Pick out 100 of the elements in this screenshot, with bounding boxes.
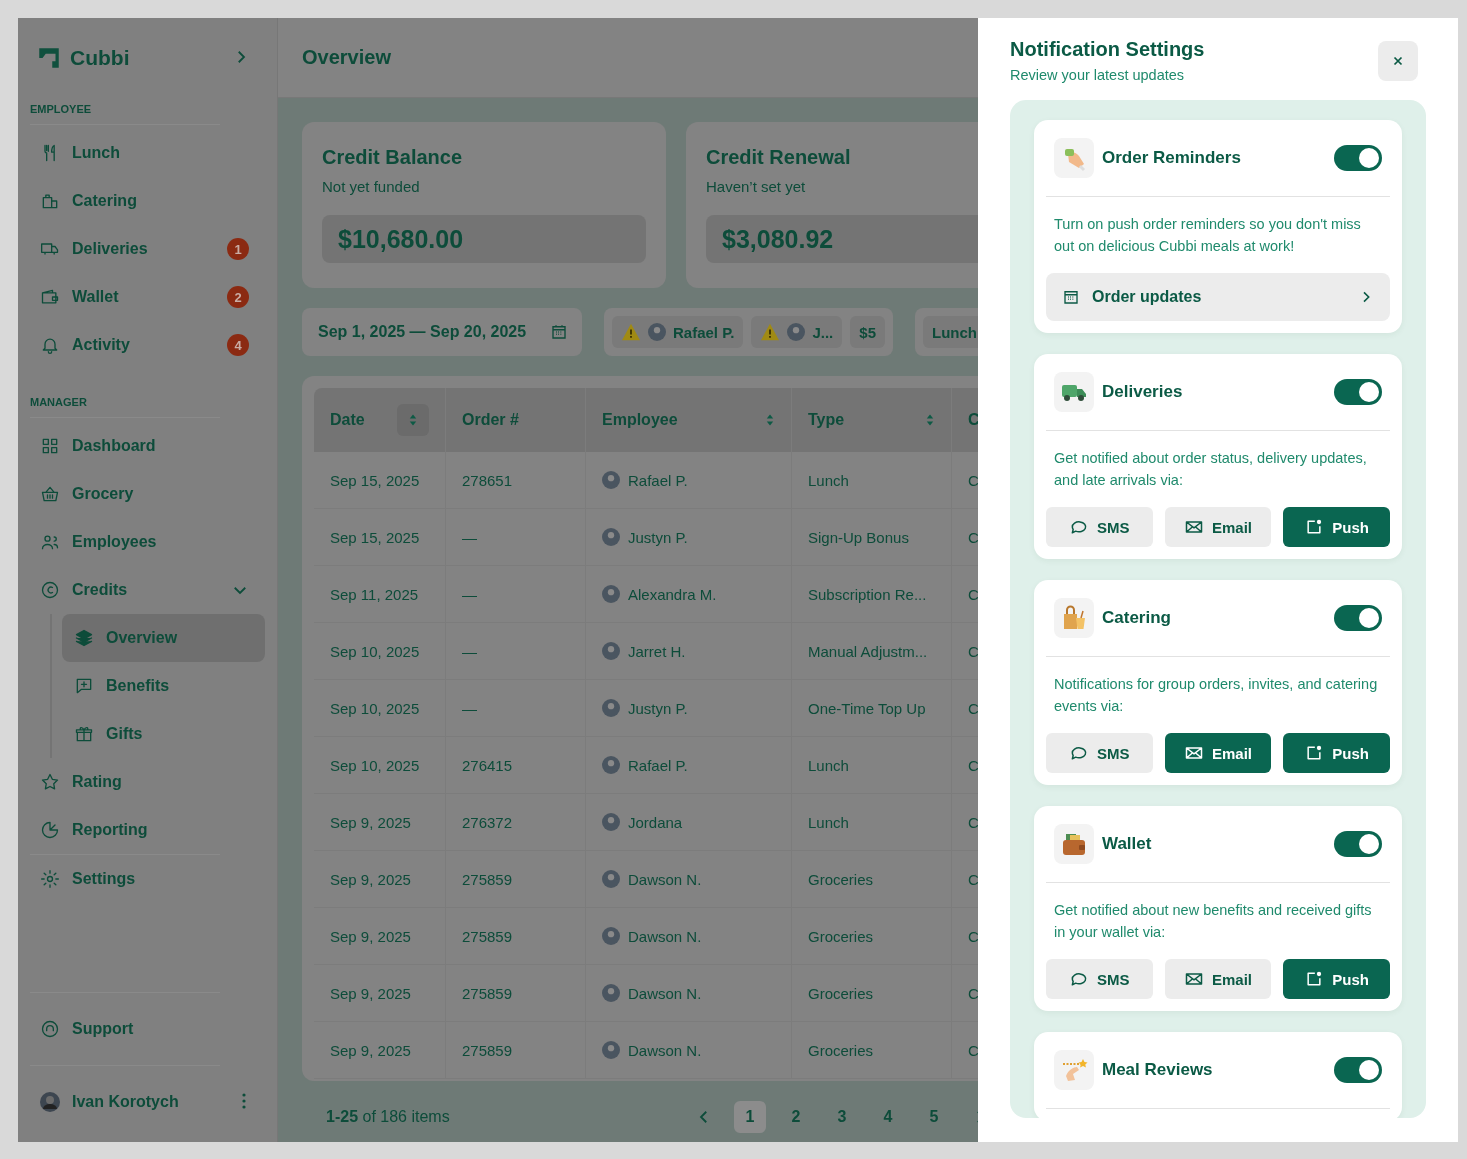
filter-chip[interactable]: Rafael P. xyxy=(612,316,744,348)
avatar xyxy=(602,927,620,945)
page-button[interactable]: 3 xyxy=(826,1101,858,1133)
channel-button[interactable]: SMS xyxy=(1046,959,1153,999)
nav-item[interactable]: Dashboard xyxy=(30,422,265,470)
table-cell: One-Time Top Up xyxy=(792,680,952,736)
warning-icon xyxy=(621,323,641,341)
headset-icon xyxy=(40,1019,60,1039)
avatar xyxy=(602,699,620,717)
column-header[interactable]: Type xyxy=(792,388,952,452)
table-cell: Sep 9, 2025 xyxy=(314,908,446,964)
count-badge: 1 xyxy=(227,238,249,260)
nav-item[interactable]: Employees xyxy=(30,518,265,566)
filter-chip[interactable]: Lunch xyxy=(923,316,978,348)
table-cell: Sign-Up Bonus xyxy=(792,509,952,565)
page-button[interactable]: 2 xyxy=(780,1101,812,1133)
sort-icon[interactable] xyxy=(925,412,935,428)
table-cell-text: C xyxy=(967,584,978,605)
avatar xyxy=(602,1041,620,1059)
category-title: Wallet xyxy=(1102,834,1153,854)
pagination-summary: 1-25 of 186 items xyxy=(326,1108,450,1126)
toggle-switch[interactable] xyxy=(1334,145,1382,171)
table-cell: — xyxy=(446,509,586,565)
page-button[interactable]: 5 xyxy=(918,1101,950,1133)
nav-item[interactable]: Settings xyxy=(30,855,265,903)
sort-icon[interactable] xyxy=(765,412,775,428)
nav-item[interactable]: Activity 4 xyxy=(30,321,265,369)
wallet-icon xyxy=(1054,824,1094,864)
date-range-picker[interactable]: Sep 1, 2025 — Sep 20, 2025 xyxy=(302,308,582,356)
channel-button[interactable]: Push xyxy=(1283,733,1390,773)
table-cell: Sep 10, 2025 xyxy=(314,680,446,736)
employee-name: Alexandra M. xyxy=(628,585,717,603)
table-cell-text: C xyxy=(967,812,978,833)
channel-button[interactable]: Email xyxy=(1164,959,1272,999)
truck-icon xyxy=(1054,372,1094,412)
table-cell: 275859 xyxy=(446,1022,586,1078)
nav-item[interactable]: Grocery xyxy=(30,470,265,518)
toggle-switch[interactable] xyxy=(1334,1057,1382,1083)
order-updates-button[interactable]: Order updates xyxy=(1046,273,1390,321)
table-cell: 275859 xyxy=(446,965,586,1021)
channel-button[interactable]: Email xyxy=(1164,733,1272,773)
brand-name: Cubbi xyxy=(70,46,131,70)
category-title: Catering xyxy=(1102,608,1172,628)
table-cell: 275859 xyxy=(446,908,586,964)
star-icon xyxy=(40,772,60,792)
drawer-subtitle: Review your latest updates xyxy=(1010,67,1186,83)
column-header[interactable]: Order # xyxy=(446,388,586,452)
nav-item[interactable]: Wallet 2 xyxy=(30,273,265,321)
avatar xyxy=(602,756,620,774)
toggle-switch[interactable] xyxy=(1334,831,1382,857)
channel-button[interactable]: Push xyxy=(1283,959,1390,999)
category-description: Get notified about new benefits and received gifts in your wallet via: xyxy=(1054,901,1373,942)
employee-name: Dawson N. xyxy=(628,927,702,945)
table-cell: Sep 10, 2025 xyxy=(314,623,446,679)
avatar xyxy=(40,1092,60,1112)
column-header[interactable]: Date xyxy=(314,388,446,452)
employee-name: Justyn P. xyxy=(628,528,688,546)
channel-button[interactable]: SMS xyxy=(1046,507,1153,547)
channel-button[interactable]: Push xyxy=(1283,507,1390,547)
table-cell: Lunch xyxy=(792,794,952,850)
support-link[interactable]: Support xyxy=(30,1005,265,1053)
table-cell: 276372 xyxy=(446,794,586,850)
table-cell: Groceries xyxy=(792,851,952,907)
table-cell: Sep 9, 2025 xyxy=(314,1022,446,1078)
nav-item[interactable]: Credits xyxy=(30,566,265,614)
nav-item[interactable]: Benefits xyxy=(62,662,265,710)
page-button[interactable]: 1 xyxy=(734,1101,766,1133)
employee-name: Justyn P. xyxy=(628,699,688,717)
avatar xyxy=(602,585,620,603)
channel-button[interactable]: SMS xyxy=(1046,733,1153,773)
card-title: Credit Renewal xyxy=(706,146,852,170)
table-cell: Subscription Re... xyxy=(792,566,952,622)
table-cell-text: C xyxy=(967,755,978,776)
close-button[interactable] xyxy=(1378,41,1418,81)
page-button[interactable]: 4 xyxy=(872,1101,904,1133)
nav-item[interactable]: Deliveries 1 xyxy=(30,225,265,273)
settings-icon xyxy=(40,869,60,889)
nav-item[interactable]: Overview xyxy=(62,614,265,662)
toggle-switch[interactable] xyxy=(1334,605,1382,631)
channel-button[interactable]: Email xyxy=(1164,507,1272,547)
count-badge: 4 xyxy=(227,334,249,356)
filter-chip[interactable]: $5 xyxy=(850,316,885,348)
nav-item[interactable]: Reporting xyxy=(30,806,265,854)
table-cell: Lunch xyxy=(792,737,952,793)
filter-chip[interactable]: J... xyxy=(751,316,843,348)
nav-item[interactable]: Catering xyxy=(30,177,265,225)
warning-icon xyxy=(760,323,781,341)
employee-name: Rafael P. xyxy=(628,471,688,489)
category-description: Notifications for group orders, invites, and catering events via: xyxy=(1054,675,1379,716)
sort-button[interactable] xyxy=(397,404,429,436)
table-cell: Sep 9, 2025 xyxy=(314,851,446,907)
nav-item[interactable]: Lunch xyxy=(30,129,265,177)
toggle-switch[interactable] xyxy=(1334,379,1382,405)
nav-item[interactable]: Gifts xyxy=(62,710,265,758)
category-description: Turn on push order reminders so you don't miss out on delicious Cubbi meals at work! xyxy=(1054,215,1362,256)
table-cell: Sep 15, 2025 xyxy=(314,509,446,565)
category-title: Order Reminders xyxy=(1102,148,1242,168)
table-cell-text: C xyxy=(967,1040,978,1061)
nav-item[interactable]: Rating xyxy=(30,758,265,806)
column-header[interactable]: Employee xyxy=(586,388,792,452)
